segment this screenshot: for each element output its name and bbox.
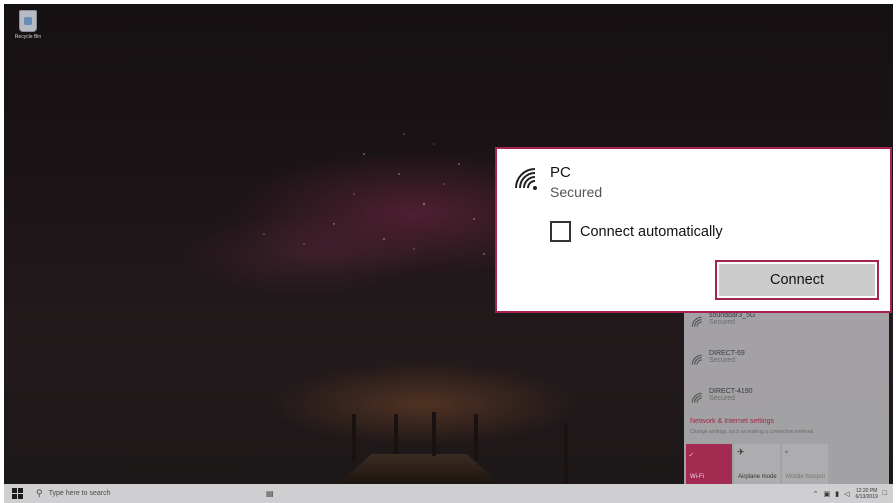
network-status: Secured [550, 184, 603, 200]
pier-post [352, 414, 356, 462]
hotspot-icon: • [785, 447, 789, 457]
network-status: Secured [709, 395, 736, 402]
network-flyout: soundbar3_5G Secured DIRECT-69 Secured D… [684, 300, 889, 484]
network-item[interactable]: DIRECT-4190 Secured [690, 388, 753, 418]
tile-label: Airplane mode [738, 474, 777, 480]
clock-date: 6/13/2019 [855, 493, 878, 500]
battery-icon[interactable]: ▮ [835, 490, 839, 498]
search-placeholder: Type here to search [48, 490, 111, 497]
recycle-bin-shortcut[interactable]: Recycle Bin [8, 10, 48, 40]
windows-logo-icon [12, 488, 17, 493]
network-settings-link[interactable]: Network & Internet settings [690, 418, 774, 425]
notification-icon[interactable]: □ [883, 490, 887, 497]
pier-post [432, 412, 436, 456]
wifi-icon [691, 316, 702, 327]
recycle-bin-label: Recycle Bin [14, 34, 42, 40]
wifi-icon: ◞ [689, 447, 693, 457]
pier-post [474, 414, 478, 460]
network-name: PC [550, 164, 571, 181]
airplane-icon: ✈ [737, 447, 745, 457]
wifi-icon [691, 354, 702, 365]
start-button[interactable] [12, 488, 26, 499]
clock-time: 12:20 PM [855, 487, 878, 494]
network-connect-popup: PC Secured Connect automatically Connect [495, 147, 892, 313]
network-name: soundbar3_5G [709, 312, 756, 319]
connect-automatically-label: Connect automatically [580, 223, 723, 240]
search-icon: ⚲ [36, 488, 43, 498]
volume-icon[interactable]: ◁ [844, 490, 849, 498]
connect-button[interactable]: Connect [719, 264, 875, 296]
mobile-hotspot-tile[interactable]: • Mobile hotspot [782, 444, 828, 484]
chevron-up-icon[interactable]: ⌃ [813, 490, 819, 498]
network-item[interactable]: DIRECT-69 Secured [690, 350, 745, 380]
wifi-secured-icon [515, 168, 537, 190]
task-view-icon[interactable]: ▤ [266, 489, 274, 498]
connect-button-highlight: Connect [715, 260, 879, 300]
network-status: Secured [709, 319, 736, 326]
system-tray: ⌃ ▣ ▮ ◁ 12:20 PM 6/13/2019 □ [808, 484, 887, 503]
network-name: DIRECT-4190 [709, 388, 753, 395]
tile-label: Wi-Fi [690, 474, 704, 480]
taskbar: ⚲ Type here to search ▤ ⌃ ▣ ▮ ◁ 12:20 PM… [4, 484, 893, 503]
pier-post [394, 414, 398, 454]
wifi-toggle-tile[interactable]: ◞ Wi-Fi [686, 444, 732, 484]
connect-automatically-checkbox[interactable] [550, 221, 571, 242]
network-status: Secured [709, 357, 736, 364]
connect-automatically-option[interactable]: Connect automatically [550, 221, 723, 242]
network-name: DIRECT-69 [709, 350, 745, 357]
taskbar-search-box[interactable]: ⚲ Type here to search [36, 486, 236, 501]
tile-label: Mobile hotspot [786, 474, 826, 480]
wifi-icon [691, 392, 702, 403]
network-settings-description: Change settings, such as making a connec… [690, 429, 815, 435]
clock[interactable]: 12:20 PM 6/13/2019 [856, 488, 878, 500]
recycle-bin-icon [19, 10, 37, 32]
pier-post [564, 424, 568, 484]
network-item[interactable]: soundbar3_5G Secured [690, 312, 755, 342]
network-icon[interactable]: ▣ [824, 490, 831, 498]
airplane-mode-tile[interactable]: ✈ Airplane mode [734, 444, 780, 484]
